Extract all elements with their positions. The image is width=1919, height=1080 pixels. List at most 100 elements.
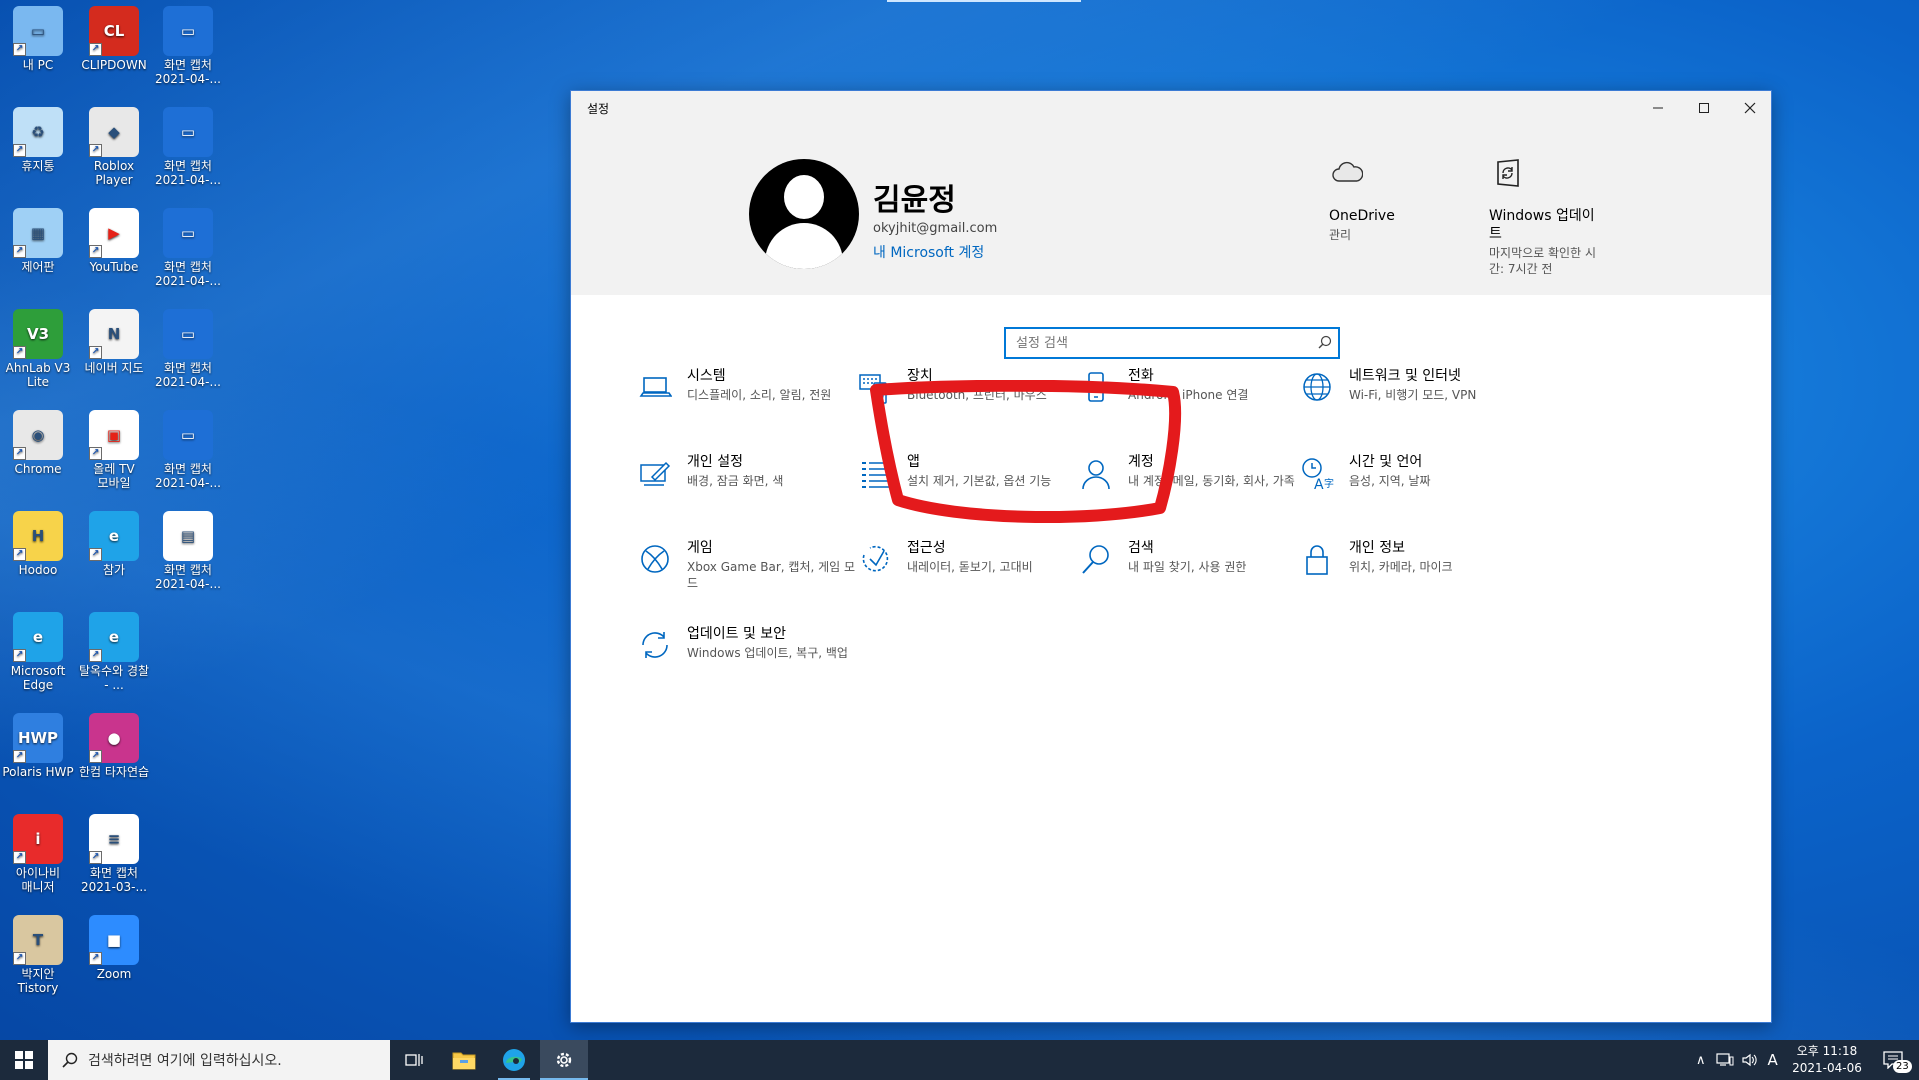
minimize-button[interactable]: [1635, 91, 1681, 125]
settings-tile[interactable]: A 字 시간 및 언어 음성, 지역, 날짜: [1299, 453, 1539, 523]
clock-time: 오후 11:18: [1796, 1044, 1858, 1058]
windows-update-item[interactable]: Windows 업데이트 마지막으로 확인한 시간: 7시간 전: [1489, 155, 1601, 277]
desktop-icon[interactable]: ▭ ↗ 내 PC: [0, 6, 76, 72]
desktop-icon[interactable]: i ↗ 아이나비 매니저: [0, 814, 76, 894]
start-button[interactable]: [0, 1040, 48, 1080]
settings-tile[interactable]: 앱 설치 제거, 기본값, 옵션 기능: [857, 453, 1097, 523]
avatar[interactable]: [749, 159, 859, 269]
desktop-icon[interactable]: ▭ 화면 캡처 2021-04-...: [150, 410, 226, 490]
close-button[interactable]: [1727, 91, 1773, 125]
settings-tile[interactable]: 시스템 디스플레이, 소리, 알림, 전원: [637, 367, 877, 437]
title-bar[interactable]: 설정: [571, 91, 1771, 125]
desktop-icon-label: 참가: [102, 563, 126, 577]
microsoft-account-link[interactable]: 내 Microsoft 계정: [873, 242, 984, 262]
settings-tile-title: 개인 정보: [1349, 540, 1405, 556]
settings-tile[interactable]: 네트워크 및 인터넷 Wi-Fi, 비행기 모드, VPN: [1299, 367, 1539, 437]
settings-tile[interactable]: 계정 내 계정, 메일, 동기화, 회사, 가족: [1078, 453, 1318, 523]
desktop-icon-label: 화면 캡처 2021-04-...: [155, 260, 221, 288]
desktop-icon[interactable]: ≡ ↗ 화면 캡처 2021-03-...: [76, 814, 152, 894]
settings-window[interactable]: 설정 김윤정 okyjhit@gmail.com 내 Microsoft 계정 …: [570, 90, 1772, 1023]
settings-search[interactable]: [1004, 327, 1340, 359]
settings-tile-subtitle: Bluetooth, 프린터, 마우스: [907, 388, 1047, 402]
task-view-icon: [405, 1054, 423, 1066]
desktop-icon[interactable]: ▤ 화면 캡처 2021-04-...: [150, 511, 226, 591]
desktop-icon[interactable]: ▭ 화면 캡처 2021-04-...: [150, 6, 226, 86]
desktop-icon-label: 휴지통: [21, 159, 55, 173]
network-icon[interactable]: [1715, 1053, 1734, 1067]
recycle-bin-icon: ♻ ↗: [13, 107, 63, 157]
notification-count: 23: [1893, 1060, 1912, 1073]
desktop-icon[interactable]: HWP ↗ Polaris HWP: [0, 713, 76, 779]
screenshot-icon: ▭: [163, 6, 213, 56]
desktop-icon-label: Zoom: [96, 967, 132, 981]
hodoo-icon: H ↗: [13, 511, 63, 561]
svg-text:字: 字: [1324, 477, 1334, 490]
onedrive-item[interactable]: OneDrive 관리: [1329, 155, 1449, 243]
volume-icon[interactable]: [1741, 1053, 1758, 1067]
globe-icon: [1299, 367, 1335, 403]
maximize-button[interactable]: [1681, 91, 1727, 125]
desktop-icon[interactable]: ▦ ↗ 제어판: [0, 208, 76, 274]
settings-tile[interactable]: 게임 Xbox Game Bar, 캡처, 게임 모드: [637, 539, 877, 609]
settings-search-input[interactable]: [1006, 329, 1296, 357]
taskbar-clock[interactable]: 오후 11:18 2021-04-06: [1788, 1043, 1866, 1077]
shortcut-arrow-icon: ↗: [13, 750, 26, 763]
desktop-icon[interactable]: H ↗ Hodoo: [0, 511, 76, 577]
desktop-icon[interactable]: T ↗ 박지안 Tistory: [0, 915, 76, 995]
shortcut-arrow-icon: ↗: [13, 851, 26, 864]
onedrive-subtitle: 관리: [1329, 228, 1352, 242]
task-view-button[interactable]: [390, 1040, 438, 1080]
settings-tile[interactable]: 업데이트 및 보안 Windows 업데이트, 복구, 백업: [637, 625, 877, 695]
search-icon[interactable]: [1318, 335, 1332, 349]
shortcut-arrow-icon: ↗: [89, 952, 102, 965]
chevron-up-icon[interactable]: ∧: [1696, 1053, 1706, 1068]
desktop-icon-label: Chrome: [14, 462, 62, 476]
hwp-icon: HWP ↗: [13, 713, 63, 763]
desktop-icon[interactable]: ◆ ↗ Roblox Player: [76, 107, 152, 187]
desktop-icon[interactable]: e ↗ 참가: [76, 511, 152, 577]
laptop-icon: [637, 367, 673, 403]
action-center-button[interactable]: 23: [1870, 1040, 1916, 1080]
taskbar-file-explorer[interactable]: [440, 1040, 488, 1080]
settings-tile[interactable]: 장치 Bluetooth, 프린터, 마우스: [857, 367, 1097, 437]
shortcut-arrow-icon: ↗: [13, 346, 26, 359]
chrome-icon: ◉ ↗: [13, 410, 63, 460]
desktop-icon[interactable]: ● ↗ 한컴 타자연습: [76, 713, 152, 779]
settings-tile[interactable]: 개인 설정 배경, 잠금 화면, 색: [637, 453, 877, 523]
settings-tile-subtitle: Android, iPhone 연결: [1128, 388, 1249, 402]
settings-tile[interactable]: 개인 정보 위치, 카메라, 마이크: [1299, 539, 1539, 609]
settings-tile[interactable]: 검색 내 파일 찾기, 사용 권한: [1078, 539, 1318, 609]
desktop-icon[interactable]: e ↗ 탈옥수와 경찰 - ...: [76, 612, 152, 692]
desktop-icon[interactable]: ■ ↗ Zoom: [76, 915, 152, 981]
desktop-icon[interactable]: V3 ↗ AhnLab V3 Lite: [0, 309, 76, 389]
user-name: 김윤정: [873, 183, 956, 218]
taskbar-edge[interactable]: [490, 1040, 538, 1080]
desktop-icon[interactable]: ♻ ↗ 휴지통: [0, 107, 76, 173]
desktop-icon-label: 화면 캡처 2021-04-...: [155, 361, 221, 389]
desktop-icon-label: 탈옥수와 경찰 - ...: [78, 664, 150, 692]
settings-tile-subtitle: Windows 업데이트, 복구, 백업: [687, 646, 848, 660]
settings-tile[interactable]: 전화 Android, iPhone 연결: [1078, 367, 1318, 437]
shortcut-arrow-icon: ↗: [13, 447, 26, 460]
desktop-icon[interactable]: ▶ ↗ YouTube: [76, 208, 152, 274]
settings-tile[interactable]: 접근성 내레이터, 돋보기, 고대비: [857, 539, 1097, 609]
taskbar-settings[interactable]: [540, 1040, 588, 1080]
desktop-icon-label: 화면 캡처 2021-04-...: [155, 58, 221, 86]
desktop-icon[interactable]: e ↗ Microsoft Edge: [0, 612, 76, 692]
desktop-icon[interactable]: N ↗ 네이버 지도: [76, 309, 152, 375]
taskbar-search-box[interactable]: 검색하려면 여기에 입력하십시오.: [48, 1040, 390, 1080]
desktop-icon[interactable]: ▭ 화면 캡처 2021-04-...: [150, 309, 226, 389]
desktop-icon[interactable]: ▣ ↗ 올레 TV 모바일: [76, 410, 152, 490]
settings-tile-subtitle: 배경, 잠금 화면, 색: [687, 474, 784, 488]
desktop-icon[interactable]: CL ↗ CLIPDOWN: [76, 6, 152, 72]
ime-indicator[interactable]: A: [1768, 1051, 1778, 1069]
screenshot-icon: ▭: [163, 107, 213, 157]
desktop-icon[interactable]: ◉ ↗ Chrome: [0, 410, 76, 476]
desktop-icon-label: 화면 캡처 2021-04-...: [155, 159, 221, 187]
taskbar: 검색하려면 여기에 입력하십시오. ∧ A 오후 11:18 2021-04-0…: [0, 1040, 1919, 1080]
settings-tile-subtitle: 디스플레이, 소리, 알림, 전원: [687, 388, 832, 402]
hancom-typing-icon: ● ↗: [89, 713, 139, 763]
desktop-icon[interactable]: ▭ 화면 캡처 2021-04-...: [150, 107, 226, 187]
shortcut-arrow-icon: ↗: [89, 447, 102, 460]
desktop-icon[interactable]: ▭ 화면 캡처 2021-04-...: [150, 208, 226, 288]
